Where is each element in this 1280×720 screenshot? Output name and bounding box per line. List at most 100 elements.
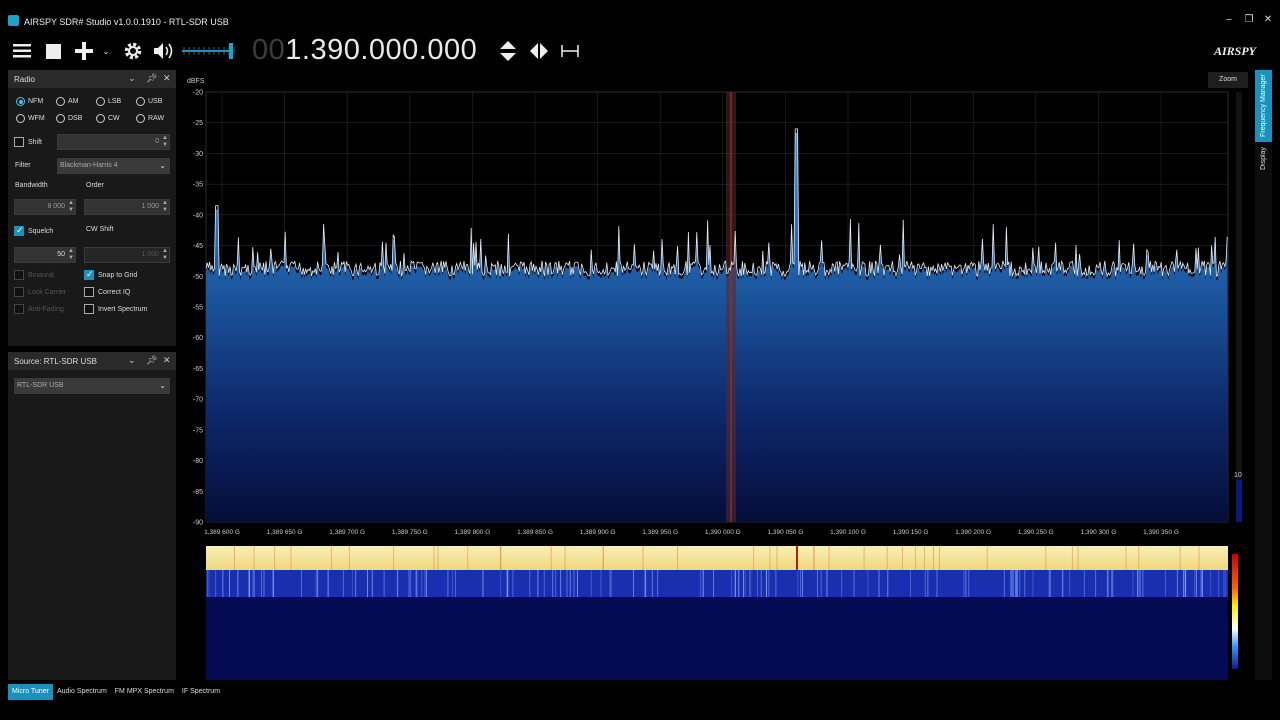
- radio-button[interactable]: [16, 114, 25, 123]
- stop-icon[interactable]: [44, 38, 62, 64]
- left-right-icon[interactable]: [528, 38, 550, 64]
- close-icon[interactable]: ✕: [163, 355, 171, 366]
- mode-raw[interactable]: RAW: [136, 114, 164, 123]
- mode-cw[interactable]: CW: [96, 114, 120, 123]
- bandwidth-input[interactable]: 8 000 ▲ ▼: [14, 199, 76, 215]
- y-tick-label: -25: [193, 120, 203, 127]
- spinner-icon[interactable]: ▲ ▼: [68, 200, 74, 214]
- span-icon[interactable]: [560, 38, 580, 64]
- checkbox[interactable]: [14, 304, 24, 314]
- speaker-icon[interactable]: [151, 38, 177, 64]
- binaural-checkbox[interactable]: Binaural: [14, 270, 54, 280]
- invert-spectrum-checkbox[interactable]: Invert Spectrum: [84, 304, 147, 314]
- pin-icon[interactable]: 📌︎: [146, 355, 157, 366]
- volume-slider[interactable]: [182, 38, 242, 64]
- frequency-display[interactable]: 001.390.000.000: [252, 34, 477, 67]
- shift-checkbox[interactable]: Shift: [14, 137, 42, 147]
- x-tick-label: 1,389 950 G: [642, 529, 678, 536]
- mode-am[interactable]: AM: [56, 97, 79, 106]
- waterfall-hot-streak: [550, 546, 552, 570]
- y-tick-label: -55: [193, 305, 203, 312]
- waterfall-streak: [577, 570, 578, 597]
- pin-icon[interactable]: 📌︎: [146, 73, 157, 84]
- waterfall-streak: [569, 570, 571, 597]
- waterfall-hot-streak: [933, 546, 934, 570]
- waterfall-streak: [1024, 570, 1026, 597]
- mode-wfm[interactable]: WFM: [16, 114, 45, 123]
- mode-lsb[interactable]: LSB: [96, 97, 121, 106]
- spectrum-analyzer[interactable]: dBFS -20 -25 -30 -35 -40 -45 -50 -55 -60 -65 -70 -7…: [179, 70, 1250, 682]
- tab-micro-tuner[interactable]: Micro Tuner: [8, 684, 53, 700]
- checkbox[interactable]: [14, 270, 24, 280]
- tab-if-spectrum[interactable]: IF Spectrum: [178, 684, 224, 700]
- minimize-button[interactable]: –: [1222, 14, 1236, 26]
- gear-icon[interactable]: [121, 38, 145, 64]
- source-device-select[interactable]: RTL-SDR USB ⌄: [14, 378, 170, 394]
- checkbox[interactable]: [14, 225, 24, 236]
- waterfall-streak: [968, 570, 970, 597]
- up-down-icon[interactable]: [498, 38, 518, 64]
- title-bar: AIRSPY SDR# Studio v1.0.0.1910 - RTL-SDR…: [0, 0, 1280, 32]
- radio-button[interactable]: [96, 114, 105, 123]
- radio-button[interactable]: [136, 97, 145, 106]
- checkbox[interactable]: [84, 269, 94, 280]
- waterfall-streak: [355, 570, 357, 597]
- squelch-checkbox[interactable]: Squelch: [14, 225, 53, 236]
- spinner-icon[interactable]: ▲ ▼: [162, 248, 168, 262]
- checkbox[interactable]: [14, 137, 24, 147]
- level-indicator: [1236, 480, 1242, 522]
- bandwidth-value: 8 000: [47, 203, 65, 210]
- squelch-input[interactable]: 50 ▲ ▼: [14, 247, 76, 263]
- source-panel-title: Source: RTL-SDR USB: [14, 356, 97, 366]
- level-scrollbar[interactable]: [1236, 92, 1242, 522]
- snap-to-grid-checkbox[interactable]: Snap to Grid: [84, 269, 137, 280]
- waterfall-dark-band: [206, 597, 1228, 680]
- waterfall-streak: [249, 570, 250, 597]
- close-icon[interactable]: ✕: [163, 73, 171, 84]
- chevron-down-icon[interactable]: ⌄: [128, 73, 136, 84]
- radio-button[interactable]: [136, 114, 145, 123]
- checkbox[interactable]: [14, 287, 24, 297]
- shift-input[interactable]: 0 ▲ ▼: [57, 134, 170, 150]
- radio-button[interactable]: [56, 97, 65, 106]
- x-tick-label: 1,390 050 G: [768, 529, 804, 536]
- cw-shift-input[interactable]: 1 000 ▲ ▼: [84, 247, 170, 263]
- mode-dsb[interactable]: DSB: [56, 114, 82, 123]
- checkbox[interactable]: [84, 304, 94, 314]
- spinner-icon[interactable]: ▲ ▼: [68, 248, 74, 262]
- close-window-button[interactable]: ✕: [1261, 14, 1275, 26]
- waterfall-streak: [237, 570, 239, 597]
- mode-label: RAW: [148, 115, 165, 122]
- x-tick-label: 1,389 600 G: [204, 529, 240, 536]
- add-icon[interactable]: [73, 38, 95, 64]
- menu-icon[interactable]: [12, 38, 32, 64]
- waterfall-streak: [447, 570, 449, 597]
- waterfall-streak: [1107, 570, 1109, 597]
- tab-audio-spectrum[interactable]: Audio Spectrum: [53, 684, 111, 700]
- order-input[interactable]: 1 000 ▲ ▼: [84, 199, 170, 215]
- spinner-icon[interactable]: ▲ ▼: [162, 135, 168, 149]
- chevron-down-icon[interactable]: ⌄: [128, 355, 136, 366]
- y-tick-label: -80: [193, 458, 203, 465]
- radio-button[interactable]: [96, 97, 105, 106]
- waterfall-hot-streak: [602, 546, 604, 570]
- waterfall-streak: [757, 570, 758, 597]
- radio-button[interactable]: [56, 114, 65, 123]
- waterfall-streak: [560, 570, 562, 597]
- mode-usb[interactable]: USB: [136, 97, 162, 106]
- maximize-button[interactable]: ❐: [1242, 14, 1256, 26]
- mode-nfm[interactable]: NFM: [16, 97, 43, 106]
- filter-select[interactable]: Blackman-Harris 4 ⌄: [57, 158, 170, 174]
- tab-fm-mpx-spectrum[interactable]: FM MPX Spectrum: [111, 684, 178, 700]
- spinner-icon[interactable]: ▲ ▼: [162, 200, 168, 214]
- tab-frequency-manager[interactable]: Frequency Manager: [1255, 70, 1272, 142]
- correct-iq-checkbox[interactable]: Correct IQ: [84, 287, 130, 297]
- zoom-button[interactable]: Zoom: [1208, 72, 1248, 88]
- anti-fading-checkbox[interactable]: Anti-Fading: [14, 304, 64, 314]
- chevron-down-icon[interactable]: ⌄: [100, 38, 112, 64]
- checkbox[interactable]: [84, 287, 94, 297]
- radio-button[interactable]: [16, 97, 25, 106]
- tab-display[interactable]: Display: [1255, 144, 1272, 174]
- waterfall-hot-streak: [1179, 546, 1181, 570]
- lock-carrier-checkbox[interactable]: Lock Carrier: [14, 287, 66, 297]
